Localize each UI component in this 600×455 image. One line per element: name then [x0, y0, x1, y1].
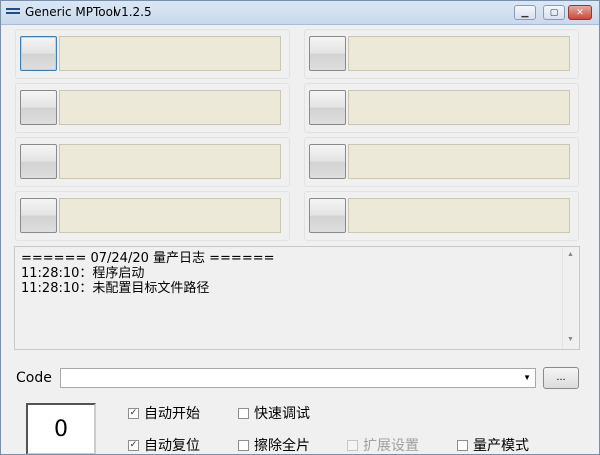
- auto-reset-check-icon: ✓: [128, 439, 139, 451]
- quick-debug-checkbox[interactable]: 快速调试: [238, 403, 310, 423]
- window-title: Generic MPTool: [25, 5, 117, 19]
- log-line: 11:28:10：程序启动: [21, 266, 145, 281]
- device-slot-7: [15, 191, 290, 241]
- log-line: ====== 07/24/20 量产日志 ======: [21, 251, 275, 266]
- device-slot-3: [15, 83, 290, 133]
- code-combobox[interactable]: ▼: [60, 368, 536, 388]
- slot-1-button[interactable]: [20, 36, 57, 71]
- auto-reset-label: 自动复位: [144, 438, 200, 454]
- mp-mode-label: 量产模式: [473, 438, 529, 454]
- chevron-down-icon[interactable]: ▼: [523, 373, 531, 382]
- mptool-window: Generic MPTool v1.2.5 ▁ ▢ ✕ ====== 07/24…: [0, 0, 600, 455]
- slot-7-button[interactable]: [20, 198, 57, 233]
- log-textarea[interactable]: ====== 07/24/20 量产日志 ====== 11:28:10：程序启…: [14, 246, 580, 350]
- slot-3-status-field: [59, 90, 281, 125]
- maximize-button[interactable]: ▢: [543, 5, 565, 20]
- log-scrollbar[interactable]: ▲ ▼: [562, 247, 579, 349]
- slot-1-status-field: [59, 36, 281, 71]
- slot-2-status-field: [348, 36, 570, 71]
- erase-all-checkbox[interactable]: 擦除全片: [238, 435, 310, 454]
- pass-counter: 0: [26, 403, 96, 454]
- slot-5-button[interactable]: [20, 144, 57, 179]
- auto-start-check-icon: ✓: [128, 407, 139, 419]
- browse-button[interactable]: ...: [543, 367, 579, 389]
- mp-mode-box-icon: [457, 439, 468, 451]
- slot-4-status-field: [348, 90, 570, 125]
- slot-6-status-field: [348, 144, 570, 179]
- quick-debug-box-icon: [238, 407, 249, 419]
- slot-6-button[interactable]: [309, 144, 346, 179]
- app-icon: [6, 8, 20, 18]
- slot-7-status-field: [59, 198, 281, 233]
- auto-start-label: 自动开始: [144, 406, 200, 422]
- code-label: Code: [16, 370, 52, 386]
- log-line: 11:28:10：未配置目标文件路径: [21, 281, 210, 296]
- slot-2-button[interactable]: [309, 36, 346, 71]
- title-bar[interactable]: Generic MPTool v1.2.5 ▁ ▢ ✕: [1, 1, 599, 25]
- log-lines: ====== 07/24/20 量产日志 ====== 11:28:10：程序启…: [21, 251, 275, 296]
- mp-mode-checkbox[interactable]: 量产模式: [457, 435, 529, 454]
- device-slot-2: [304, 29, 579, 79]
- device-slot-5: [15, 137, 290, 187]
- scroll-up-icon[interactable]: ▲: [567, 251, 574, 258]
- close-button[interactable]: ✕: [568, 5, 592, 20]
- close-icon: ✕: [576, 7, 584, 17]
- device-slot-6: [304, 137, 579, 187]
- slot-5-status-field: [59, 144, 281, 179]
- ext-settings-box-icon: [347, 439, 358, 451]
- device-slot-8: [304, 191, 579, 241]
- ext-settings-label: 扩展设置: [363, 438, 419, 454]
- minimize-button[interactable]: ▁: [514, 5, 536, 20]
- minimize-icon: ▁: [521, 7, 529, 17]
- slot-3-button[interactable]: [20, 90, 57, 125]
- slot-8-button[interactable]: [309, 198, 346, 233]
- ext-settings-checkbox: 扩展设置: [347, 435, 419, 454]
- device-slot-4: [304, 83, 579, 133]
- scroll-down-icon[interactable]: ▼: [567, 336, 574, 343]
- erase-all-box-icon: [238, 439, 249, 451]
- window-version: v1.2.5: [114, 5, 152, 19]
- auto-start-checkbox[interactable]: ✓ 自动开始: [128, 403, 200, 423]
- slot-4-button[interactable]: [309, 90, 346, 125]
- erase-all-label: 擦除全片: [254, 438, 310, 454]
- quick-debug-label: 快速调试: [254, 406, 310, 422]
- device-slot-1: [15, 29, 290, 79]
- slot-8-status-field: [348, 198, 570, 233]
- auto-reset-checkbox[interactable]: ✓ 自动复位: [128, 435, 200, 454]
- maximize-icon: ▢: [549, 7, 559, 17]
